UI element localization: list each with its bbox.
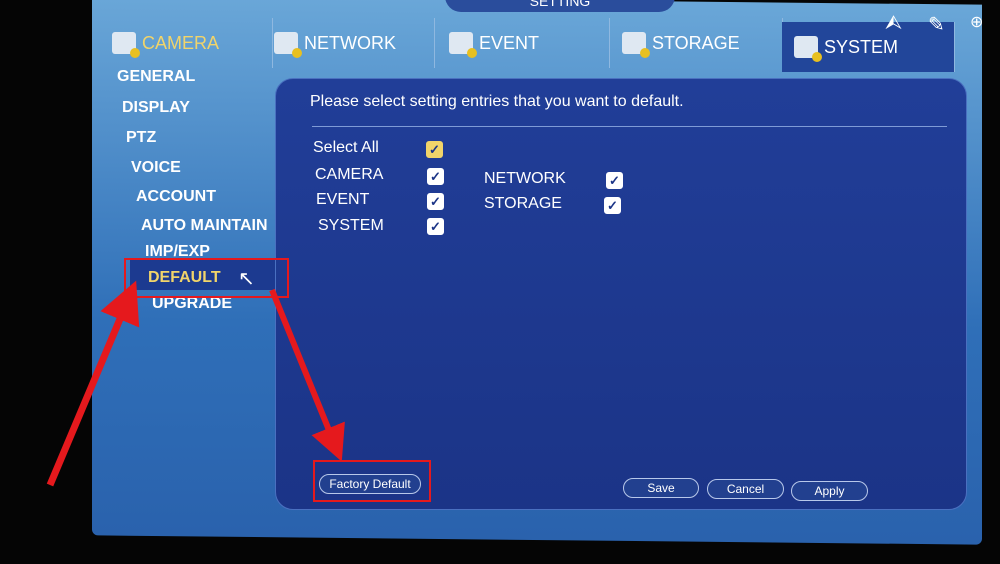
arrow-to-factory-default [269,288,345,462]
annotation-arrows [46,280,345,487]
arrow-to-default [46,280,140,487]
